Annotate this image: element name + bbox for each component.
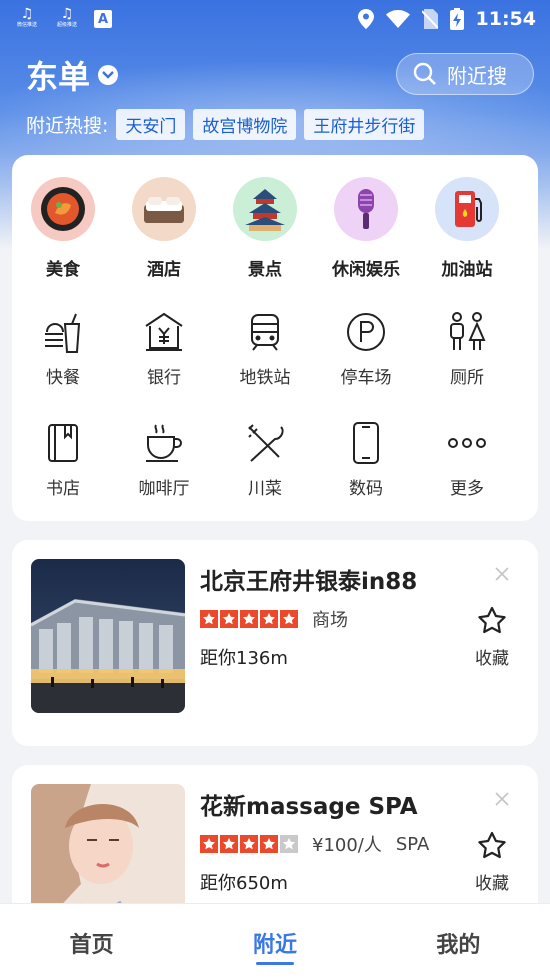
category-hotel[interactable]: 酒店: [114, 177, 214, 280]
rating-stars: [200, 835, 298, 853]
fast-food-icon: [40, 309, 86, 355]
toilet-icon: [444, 309, 490, 355]
star-icon: [240, 610, 258, 628]
bank-icon: [141, 309, 187, 355]
category-food[interactable]: 美食: [13, 177, 113, 280]
microphone-icon: [334, 177, 398, 241]
city-name: 东单: [26, 58, 91, 96]
coffee-icon: [141, 420, 187, 466]
close-icon[interactable]: [495, 791, 509, 810]
location-icon: [357, 9, 374, 29]
chevron-down-icon: [98, 65, 119, 85]
close-icon[interactable]: [495, 566, 509, 585]
tab-home[interactable]: 首页: [0, 904, 183, 979]
star-icon: [280, 610, 298, 628]
poi-price: ¥100/人: [312, 835, 382, 856]
status-bar: ♫ 微信推送 ♫ 超级推送 A 11:54: [0, 0, 550, 38]
wifi-icon: [385, 10, 410, 28]
hot-search-label: 附近热搜:: [26, 115, 109, 137]
poi-card[interactable]: 北京王府井银泰in88 商场 距你136m 收藏: [12, 540, 538, 746]
category-fast-food[interactable]: 快餐: [13, 309, 113, 388]
tab-nearby[interactable]: 附近: [183, 904, 366, 979]
category-digital[interactable]: 数码: [316, 420, 416, 499]
poi-distance: 距你650m: [200, 873, 288, 894]
star-outline-icon: [478, 606, 506, 634]
parking-icon: [343, 309, 389, 355]
utensils-icon: [242, 420, 288, 466]
category-subway[interactable]: 地铁站: [215, 309, 315, 388]
star-icon: [200, 835, 218, 853]
hot-tag[interactable]: 故宫博物院: [193, 109, 297, 140]
book-icon: [40, 420, 86, 466]
poi-category: 商场: [312, 610, 348, 631]
star-icon: [240, 835, 258, 853]
food-icon: [31, 177, 95, 241]
hot-tag[interactable]: 王府井步行街: [304, 109, 425, 140]
active-tab-indicator: [255, 962, 294, 965]
subway-icon: [242, 309, 288, 355]
poi-name[interactable]: 北京王府井银泰in88: [200, 562, 417, 596]
category-parking[interactable]: 停车场: [316, 309, 416, 388]
rating-stars: [200, 610, 298, 628]
poi-name[interactable]: 花新massage SPA: [200, 787, 418, 821]
category-scenic[interactable]: 景点: [215, 177, 315, 280]
category-bank[interactable]: 银行: [114, 309, 214, 388]
category-sichuan[interactable]: 川菜: [215, 420, 315, 499]
hot-search-row: 附近热搜: 天安门 故宫博物院 王府井步行街: [26, 109, 425, 140]
nearby-search-button[interactable]: 附近搜: [396, 53, 534, 95]
more-icon: [444, 420, 490, 466]
notification-app-icon: A: [94, 10, 112, 28]
category-bookstore[interactable]: 书店: [13, 420, 113, 499]
favorite-button[interactable]: 收藏: [467, 606, 517, 669]
star-icon: [220, 610, 238, 628]
city-selector[interactable]: 东单: [26, 52, 119, 98]
star-icon: [220, 835, 238, 853]
poi-photo: [31, 559, 185, 713]
notification-music-icon: ♫ 微信推送: [16, 6, 37, 28]
category-more[interactable]: 更多: [417, 420, 517, 499]
phone-icon: [343, 420, 389, 466]
star-icon: [260, 610, 278, 628]
bottom-tab-bar: 首页 附近 我的: [0, 903, 550, 979]
star-icon: [260, 835, 278, 853]
notification-music-icon: ♫ 超级推送: [56, 6, 77, 28]
poi-distance: 距你136m: [200, 648, 288, 669]
hot-tag[interactable]: 天安门: [116, 109, 186, 140]
star-icon: [200, 610, 218, 628]
nearby-search-label: 附近搜: [447, 63, 507, 88]
category-cafe[interactable]: 咖啡厅: [114, 420, 214, 499]
gas-station-icon: [435, 177, 499, 241]
category-card: 美食 酒店 景点 休闲娱乐 加油站 快餐 银行 地铁站 停车场 厕所 书店 咖啡…: [12, 155, 538, 521]
poi-category: SPA: [395, 833, 430, 855]
favorite-button[interactable]: 收藏: [467, 831, 517, 894]
category-gas-station[interactable]: 加油站: [417, 177, 517, 280]
temple-icon: [233, 177, 297, 241]
category-entertainment[interactable]: 休闲娱乐: [316, 177, 416, 280]
star-icon: [280, 835, 298, 853]
search-icon: [413, 62, 436, 85]
clock: 11:54: [475, 8, 536, 30]
category-toilet[interactable]: 厕所: [417, 309, 517, 388]
star-outline-icon: [478, 831, 506, 859]
no-sim-icon: [421, 9, 438, 29]
hotel-icon: [132, 177, 196, 241]
tab-mine[interactable]: 我的: [367, 904, 550, 979]
battery-charging-icon: [449, 8, 464, 30]
